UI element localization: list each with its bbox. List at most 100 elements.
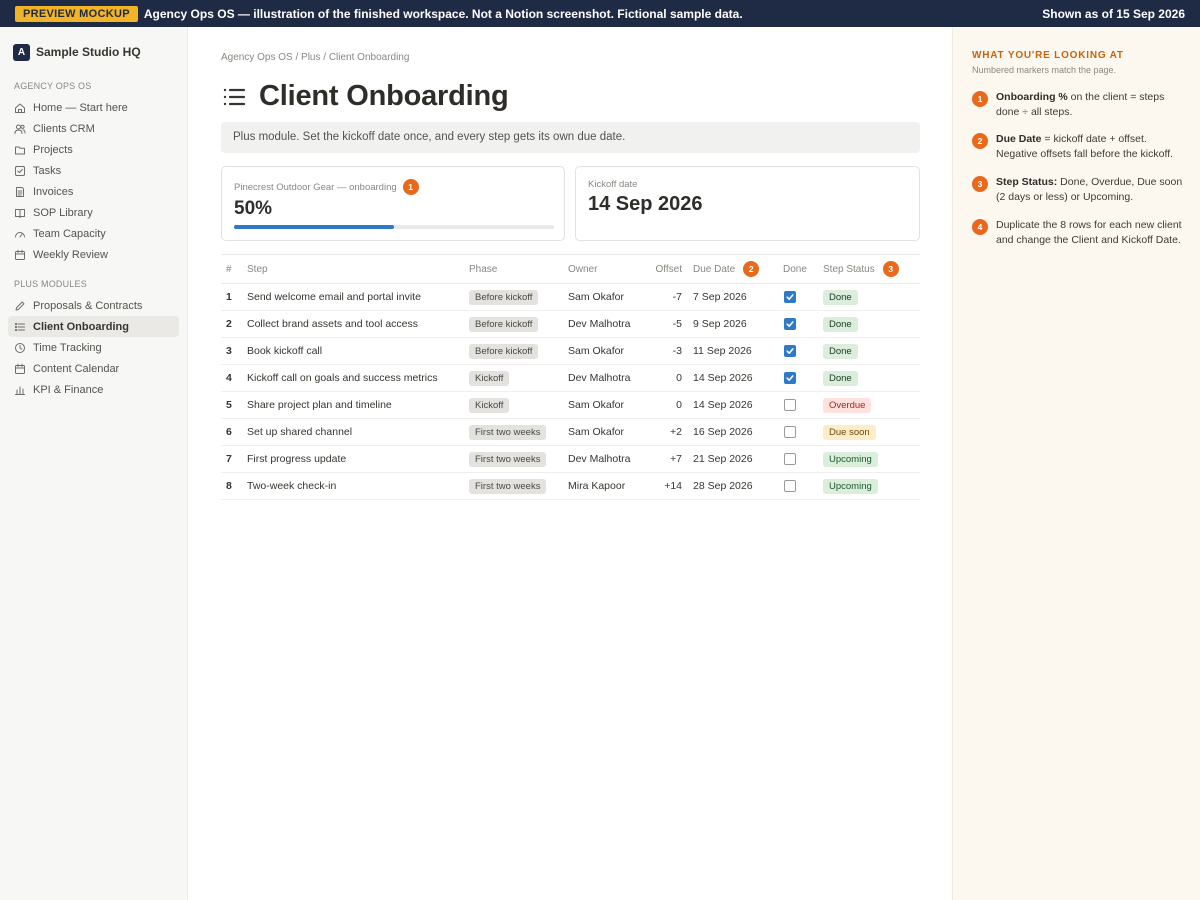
marker-badge: 2: [972, 133, 988, 149]
owner-cell[interactable]: Sam Okafor: [568, 392, 648, 418]
done-cell: [783, 365, 809, 391]
note-body: Duplicate the 8 rows for each new client…: [996, 219, 1182, 246]
row-number: 2: [226, 318, 232, 330]
offset-cell[interactable]: 0: [651, 365, 682, 391]
sidebar-item-client-onboarding[interactable]: Client Onboarding: [8, 316, 179, 337]
sidebar-item-content-calendar[interactable]: Content Calendar: [8, 358, 179, 379]
sidebar-item-label: Projects: [33, 143, 73, 156]
step-status-header-label: Step Status: [823, 263, 875, 275]
sidebar-item-label: Time Tracking: [33, 341, 102, 354]
owner-cell[interactable]: Sam Okafor: [568, 284, 648, 310]
owner-cell[interactable]: Dev Malhotra: [568, 446, 648, 472]
column-header-owner[interactable]: Owner: [568, 255, 648, 283]
preview-badge: PREVIEW MOCKUP: [15, 5, 138, 22]
document-icon: [14, 186, 26, 198]
banner-message: Agency Ops OS — illustration of the fini…: [143, 6, 743, 21]
done-checkbox[interactable]: [784, 318, 796, 330]
done-checkbox[interactable]: [784, 372, 796, 384]
sidebar-item-sop-library[interactable]: SOP Library: [8, 202, 179, 223]
done-checkbox[interactable]: [784, 291, 796, 303]
sidebar-section-label: AGENCY OPS OS: [14, 81, 92, 91]
sidebar-item-team-capacity[interactable]: Team Capacity: [8, 223, 179, 244]
offset-cell[interactable]: -5: [651, 311, 682, 337]
offset-cell[interactable]: +14: [651, 473, 682, 499]
table-row[interactable]: 1 Send welcome email and portal invite Bef…: [221, 284, 920, 311]
offset-cell[interactable]: +2: [651, 419, 682, 445]
step-name[interactable]: Two-week check-in: [247, 473, 467, 499]
sidebar-item-time-tracking[interactable]: Time Tracking: [8, 337, 179, 358]
table-row[interactable]: 5 Share project plan and timeline Kickoff S…: [221, 392, 920, 419]
sidebar-item-home-start-here[interactable]: Home — Start here: [8, 97, 179, 118]
status-badge: Done: [823, 370, 858, 386]
phase-cell: Before kickoff: [469, 284, 564, 310]
breadcrumb[interactable]: Agency Ops OS / Plus / Client Onboarding: [221, 52, 409, 63]
marker-badge: 4: [972, 219, 988, 235]
table-row[interactable]: 8 Two-week check-in First two weeks Mira Ka…: [221, 473, 920, 500]
phase-tag[interactable]: First two weeks: [469, 478, 547, 494]
phase-tag[interactable]: Before kickoff: [469, 343, 539, 359]
offset-cell[interactable]: -3: [651, 338, 682, 364]
explanation-note: 3 Step Status: Done, Overdue, Due soon (2…: [972, 175, 1187, 205]
step-name[interactable]: Send welcome email and portal invite: [247, 284, 467, 310]
done-checkbox[interactable]: [784, 453, 796, 465]
column-header-step[interactable]: Step: [247, 255, 467, 283]
table-header: # Step Phase Owner Offset Due Date 2 Don…: [221, 254, 920, 284]
done-checkbox[interactable]: [784, 426, 796, 438]
phase-tag[interactable]: Before kickoff: [469, 289, 539, 305]
table-row[interactable]: 6 Set up shared channel First two weeks Sam…: [221, 419, 920, 446]
owner-cell[interactable]: Mira Kapoor: [568, 473, 648, 499]
onboarding-card-label: Pinecrest Outdoor Gear — onboarding 1: [234, 179, 419, 195]
offset-cell[interactable]: +7: [651, 446, 682, 472]
sidebar-item-projects[interactable]: Projects: [8, 139, 179, 160]
done-checkbox[interactable]: [784, 399, 796, 411]
column-header-phase[interactable]: Phase: [469, 255, 564, 283]
step-name[interactable]: Share project plan and timeline: [247, 392, 467, 418]
list-icon: [14, 321, 26, 333]
owner-cell[interactable]: Sam Okafor: [568, 338, 648, 364]
column-header-num[interactable]: #: [226, 255, 240, 283]
step-name[interactable]: Set up shared channel: [247, 419, 467, 445]
status-cell: Upcoming: [823, 446, 913, 472]
done-checkbox[interactable]: [784, 345, 796, 357]
column-header-done[interactable]: Done: [783, 255, 809, 283]
sidebar-item-kpi-finance[interactable]: KPI & Finance: [8, 379, 179, 400]
phase-tag[interactable]: First two weeks: [469, 424, 547, 440]
sidebar-item-proposals-contracts[interactable]: Proposals & Contracts: [8, 295, 179, 316]
owner-cell[interactable]: Sam Okafor: [568, 419, 648, 445]
column-header-due-date[interactable]: Due Date 2: [693, 255, 783, 283]
status-cell: Due soon: [823, 419, 913, 445]
column-header-offset[interactable]: Offset: [651, 255, 683, 283]
done-checkbox[interactable]: [784, 480, 796, 492]
phase-tag[interactable]: Kickoff: [469, 397, 510, 413]
owner-cell[interactable]: Dev Malhotra: [568, 365, 648, 391]
page-title: Client Onboarding: [259, 80, 509, 112]
sidebar-item-invoices[interactable]: Invoices: [8, 181, 179, 202]
marker-badge: 1: [972, 91, 988, 107]
table-row[interactable]: 7 First progress update First two weeks Dev…: [221, 446, 920, 473]
offset-cell[interactable]: -7: [651, 284, 682, 310]
step-name[interactable]: Kickoff call on goals and success metric…: [247, 365, 467, 391]
step-name[interactable]: Collect brand assets and tool access: [247, 311, 467, 337]
phase-tag[interactable]: Kickoff: [469, 370, 510, 386]
offset-cell[interactable]: 0: [651, 392, 682, 418]
status-cell: Overdue: [823, 392, 913, 418]
owner-cell[interactable]: Dev Malhotra: [568, 311, 648, 337]
table-row[interactable]: 2 Collect brand assets and tool access Bef…: [221, 311, 920, 338]
row-number: 4: [226, 372, 232, 384]
row-number: 6: [226, 426, 232, 438]
workspace-switcher[interactable]: A Sample Studio HQ: [13, 40, 187, 64]
column-header-step-status[interactable]: Step Status 3: [823, 255, 913, 283]
table-row[interactable]: 4 Kickoff call on goals and success metri…: [221, 365, 920, 392]
phase-tag[interactable]: First two weeks: [469, 451, 547, 467]
sidebar-item-clients-crm[interactable]: Clients CRM: [8, 118, 179, 139]
step-name[interactable]: Book kickoff call: [247, 338, 467, 364]
callout: Plus module. Set the kickoff date once, …: [221, 122, 920, 153]
progress-bar-fill: [234, 225, 394, 229]
phase-tag[interactable]: Before kickoff: [469, 316, 539, 332]
sidebar-item-weekly-review[interactable]: Weekly Review: [8, 244, 179, 265]
due-date-cell: 7 Sep 2026: [693, 291, 747, 303]
table-row[interactable]: 3 Book kickoff call Before kickoff Sam Okaf…: [221, 338, 920, 365]
step-name[interactable]: First progress update: [247, 446, 467, 472]
sidebar-item-tasks[interactable]: Tasks: [8, 160, 179, 181]
kickoff-date-value[interactable]: 14 Sep 2026: [588, 193, 703, 216]
